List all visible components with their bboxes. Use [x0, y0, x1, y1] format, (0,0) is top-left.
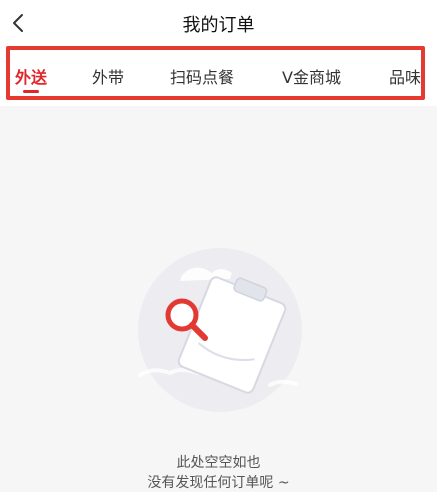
- tabs-highlight-box: [6, 46, 425, 100]
- empty-state-title: 此处空空如也: [176, 455, 261, 471]
- page-title: 我的订单: [182, 15, 255, 36]
- header-bar: 我的订单: [0, 0, 437, 46]
- search-clipboard-icon: [138, 248, 302, 412]
- empty-state-subtitle: 没有发现任何订单呢 ~: [147, 475, 290, 491]
